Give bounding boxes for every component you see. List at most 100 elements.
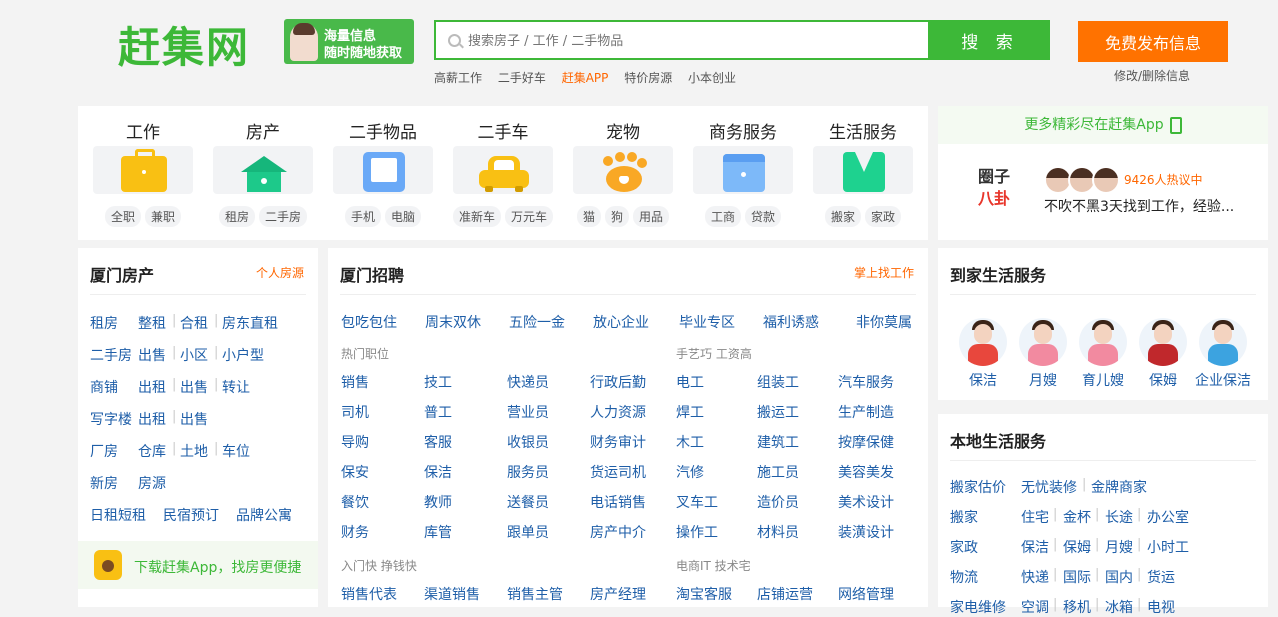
house-link[interactable]: 房东直租: [222, 313, 278, 333]
category-tag[interactable]: 兼职: [145, 206, 182, 227]
hot-link[interactable]: 特价房源: [624, 71, 672, 85]
job-link[interactable]: 教师: [424, 492, 452, 512]
nanny-avatar[interactable]: [1079, 318, 1127, 366]
section-title[interactable]: 厦门招聘: [340, 262, 404, 286]
job-link[interactable]: 渠道销售: [424, 584, 480, 604]
local-link[interactable]: 快递: [1021, 567, 1049, 587]
category-tag[interactable]: 搬家: [824, 206, 861, 227]
job-link[interactable]: 客服: [424, 432, 452, 452]
local-link[interactable]: 物流: [950, 567, 978, 587]
local-link[interactable]: 保姆: [1063, 537, 1091, 557]
app-promo-banner[interactable]: 海量信息 随时随地获取: [284, 19, 414, 64]
local-link[interactable]: 办公室: [1147, 507, 1189, 527]
house-link[interactable]: 品牌公寓: [236, 505, 292, 525]
quanzi-logo[interactable]: 圈子 八卦: [972, 166, 1016, 210]
local-link[interactable]: 搬家: [950, 507, 978, 527]
house-link[interactable]: 租房: [90, 313, 118, 333]
category-tag[interactable]: 电脑: [385, 206, 422, 227]
job-link[interactable]: 房产中介: [590, 522, 646, 542]
local-link[interactable]: 保洁: [1021, 537, 1049, 557]
job-link[interactable]: 销售主管: [507, 584, 563, 604]
job-link[interactable]: 库管: [424, 522, 452, 542]
local-link[interactable]: 家政: [950, 537, 978, 557]
job-link[interactable]: 财务: [341, 522, 369, 542]
category-tag[interactable]: 狗: [604, 206, 629, 227]
edit-delete-link[interactable]: 修改/删除信息: [1114, 67, 1190, 84]
job-link[interactable]: 电话销售: [590, 492, 646, 512]
local-link[interactable]: 长途: [1105, 507, 1133, 527]
house-link[interactable]: 出售: [180, 409, 208, 429]
housekeeper-avatar[interactable]: [1139, 318, 1187, 366]
house-link[interactable]: 合租: [180, 313, 208, 333]
category-tile[interactable]: [813, 146, 913, 194]
job-link[interactable]: 销售代表: [341, 584, 397, 604]
category-tile[interactable]: [573, 146, 673, 194]
job-link[interactable]: 店铺运营: [757, 584, 813, 604]
job-link[interactable]: 餐饮: [341, 492, 369, 512]
category-tile[interactable]: [693, 146, 793, 194]
job-tag-link[interactable]: 包吃包住: [341, 312, 397, 332]
job-link[interactable]: 叉车工: [676, 492, 718, 512]
job-link[interactable]: 操作工: [676, 522, 718, 542]
job-link[interactable]: 淘宝客服: [676, 584, 732, 604]
hot-link[interactable]: 高薪工作: [434, 71, 482, 85]
local-link[interactable]: 搬家估价: [950, 477, 1006, 497]
local-link[interactable]: 月嫂: [1105, 537, 1133, 557]
hot-topic-link[interactable]: 不吹不黑3天找到工作，经验...: [1044, 196, 1234, 216]
category-tag[interactable]: 准新车: [453, 206, 501, 227]
house-link[interactable]: 出售: [180, 377, 208, 397]
category-tag[interactable]: 工商: [704, 206, 741, 227]
category-title[interactable]: 二手车: [453, 118, 553, 143]
job-link[interactable]: 装潢设计: [838, 522, 894, 542]
job-link[interactable]: 营业员: [507, 402, 549, 422]
house-link[interactable]: 民宿预订: [163, 505, 219, 525]
category-tag[interactable]: 手机: [344, 206, 381, 227]
house-link[interactable]: 仓库: [138, 441, 166, 461]
job-link[interactable]: 行政后勤: [590, 372, 646, 392]
local-link[interactable]: 电视: [1147, 597, 1175, 617]
category-title[interactable]: 工作: [93, 118, 193, 143]
job-link[interactable]: 按摩保健: [838, 432, 894, 452]
local-link[interactable]: 移机: [1063, 597, 1091, 617]
local-link[interactable]: 货运: [1147, 567, 1175, 587]
publish-button[interactable]: 免费发布信息: [1078, 21, 1228, 62]
local-link[interactable]: 住宅: [1021, 507, 1049, 527]
local-link[interactable]: 无忧装修: [1021, 477, 1077, 497]
job-link[interactable]: 销售: [341, 372, 369, 392]
search-button[interactable]: 搜 索: [930, 20, 1050, 60]
house-link[interactable]: 小区: [180, 345, 208, 365]
job-link[interactable]: 汽修: [676, 462, 704, 482]
job-tag-link[interactable]: 放心企业: [593, 312, 649, 332]
job-link[interactable]: 导购: [341, 432, 369, 452]
job-link[interactable]: 收银员: [507, 432, 549, 452]
category-title[interactable]: 房产: [213, 118, 313, 143]
house-link[interactable]: 出租: [138, 377, 166, 397]
category-tag[interactable]: 猫: [576, 206, 601, 227]
house-link[interactable]: 房源: [138, 473, 166, 493]
job-tag-link[interactable]: 非你莫属: [856, 312, 912, 332]
local-link[interactable]: 家电维修: [950, 597, 1006, 617]
category-tile[interactable]: [453, 146, 553, 194]
house-link[interactable]: 车位: [222, 441, 250, 461]
house-link[interactable]: 二手房: [90, 345, 132, 365]
search-input[interactable]: [466, 22, 930, 60]
local-link[interactable]: 空调: [1021, 597, 1049, 617]
local-link[interactable]: 国内: [1105, 567, 1133, 587]
job-link[interactable]: 网络管理: [838, 584, 894, 604]
local-link[interactable]: 冰箱: [1105, 597, 1133, 617]
category-title[interactable]: 二手物品: [333, 118, 433, 143]
local-link[interactable]: 小时工: [1147, 537, 1189, 557]
job-link[interactable]: 财务审计: [590, 432, 646, 452]
category-tag[interactable]: 租房: [218, 206, 255, 227]
section-title[interactable]: 本地生活服务: [950, 428, 1046, 452]
job-link[interactable]: 搬运工: [757, 402, 799, 422]
hot-link-app[interactable]: 赶集APP: [562, 71, 609, 85]
job-link[interactable]: 技工: [424, 372, 452, 392]
service-label[interactable]: 保洁: [969, 370, 997, 390]
house-link[interactable]: 整租: [138, 313, 166, 333]
local-link[interactable]: 国际: [1063, 567, 1091, 587]
local-link[interactable]: 金牌商家: [1091, 477, 1147, 497]
job-link[interactable]: 跟单员: [507, 522, 549, 542]
job-link[interactable]: 汽车服务: [838, 372, 894, 392]
job-link[interactable]: 普工: [424, 402, 452, 422]
